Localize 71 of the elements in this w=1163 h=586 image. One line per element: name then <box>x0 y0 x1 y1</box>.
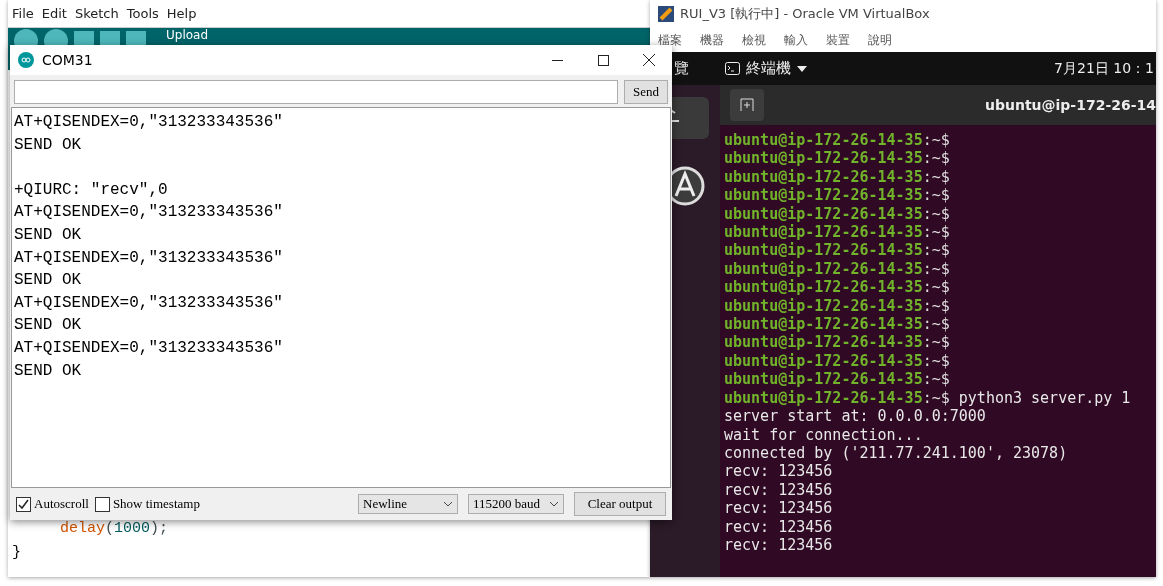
serial-line: SEND OK <box>14 316 82 335</box>
terminal-line: ubuntu@ip-172-26-14-35:~$ <box>724 131 950 149</box>
new-tab-button[interactable] <box>730 89 764 121</box>
serial-line: AT+QISENDEX=0,"313233343536" <box>14 248 283 267</box>
menu-item[interactable]: 裝置 <box>826 31 850 49</box>
terminal-line: ubuntu@ip-172-26-14-35:~$ <box>724 296 950 315</box>
terminal-line: recv: 123456 <box>724 517 833 536</box>
terminal-line: recv: 123456 <box>724 499 833 518</box>
app-menu[interactable]: 終端機 <box>725 59 807 78</box>
maximize-icon <box>597 54 609 66</box>
terminal-line: recv: 123456 <box>724 535 833 554</box>
chevron-icon <box>443 501 453 507</box>
terminal-line: ubuntu@ip-172-26-14-35:~$ <box>724 186 950 205</box>
serial-line: AT+QISENDEX=0,"313233343536" <box>14 338 283 357</box>
terminal-line: ubuntu@ip-172-26-14-35:~$ <box>724 241 950 260</box>
terminal-line: ubuntu@ip-172-26-14-35:~$ <box>724 351 950 370</box>
chevron-icon <box>549 501 559 507</box>
serial-line: SEND OK <box>14 225 82 244</box>
plus-icon <box>740 98 754 112</box>
serial-line: +QIURC: "recv",0 <box>14 180 168 199</box>
code-line: } <box>12 543 21 563</box>
terminal-line: server start at: 0.0.0.0:7000 <box>724 407 986 426</box>
line-ending-dropdown[interactable]: Newline <box>358 494 458 514</box>
terminal-line: wait for connection... <box>724 425 923 444</box>
terminal-line: recv: 123456 <box>724 462 833 481</box>
terminal-line: ubuntu@ip-172-26-14-35:~$ <box>724 167 950 186</box>
checkbox[interactable] <box>94 496 110 512</box>
clock[interactable]: 7月21日 10：1 <box>1054 59 1154 78</box>
terminal-line: ubuntu@ip-172-26-14-35:~$ <box>724 204 950 223</box>
window-title: RUI_V3 [執行中] - Oracle VM VirtualBox <box>680 5 930 23</box>
menu-item[interactable]: 說明 <box>868 31 892 49</box>
checkbox-label: Autoscroll <box>34 496 89 512</box>
menu-item[interactable]: 機器 <box>700 31 724 49</box>
terminal-line: ubuntu@ip-172-26-14-35:~$ <box>724 149 950 168</box>
caret-icon <box>797 65 807 72</box>
menu-item[interactable]: 輸入 <box>784 31 808 49</box>
terminal-line: ubuntu@ip-172-26-14-35:~$ python3 server.py 1 <box>724 388 1131 407</box>
serial-line: AT+QISENDEX=0,"313233343536" <box>14 113 283 131</box>
menu-item[interactable]: Help <box>166 6 197 21</box>
baud-dropdown[interactable]: 115200 baud <box>468 494 564 514</box>
serial-line: AT+QISENDEX=0,"313233343536" <box>14 203 283 222</box>
checkbox-label: Show timestamp <box>112 496 200 512</box>
menu-item[interactable]: 檢視 <box>742 31 766 49</box>
terminal-line: ubuntu@ip-172-26-14-35:~$ <box>724 278 950 297</box>
serial-line: AT+QISENDEX=0,"313233343536" <box>14 293 283 312</box>
terminal-line: recv: 123456 <box>724 480 833 499</box>
send-button[interactable]: Send <box>624 80 668 104</box>
menu-item[interactable]: 檔案 <box>658 31 682 49</box>
arduino-icon <box>18 52 34 68</box>
terminal-line: ubuntu@ip-172-26-14-35:~$ <box>724 315 950 334</box>
terminal-line: ubuntu@ip-172-26-14-35:~$ <box>724 333 950 352</box>
code-line: delay(1000); <box>59 519 170 539</box>
terminal-line: connected by ('211.77.241.100', 23078) <box>724 443 1068 462</box>
checkbox[interactable] <box>16 496 31 512</box>
terminal-title: ubuntu@ip-172-26-14 <box>984 97 1156 113</box>
serial-line: SEND OK <box>14 361 82 380</box>
close-icon <box>643 54 655 66</box>
terminal-line: ubuntu@ip-172-26-14-35:~$ <box>724 370 950 389</box>
window-title: COM31 <box>42 52 93 68</box>
menu-item[interactable]: Tools <box>126 6 159 21</box>
activities-button[interactable]: 覽 <box>674 59 689 78</box>
toolbar-label: Upload <box>166 29 209 42</box>
clear-output-button[interactable]: Clear output <box>574 492 666 516</box>
menu-item[interactable]: Sketch <box>74 6 119 21</box>
menu-item[interactable]: File <box>12 6 34 21</box>
terminal-line: ubuntu@ip-172-26-14-35:~$ <box>724 259 950 278</box>
input-field[interactable] <box>14 80 618 104</box>
serial-line: SEND OK <box>14 271 82 290</box>
terminal-line: ubuntu@ip-172-26-14-35:~$ <box>724 223 950 242</box>
serial-line: SEND OK <box>14 135 82 154</box>
menu-item[interactable]: Edit <box>41 6 67 21</box>
